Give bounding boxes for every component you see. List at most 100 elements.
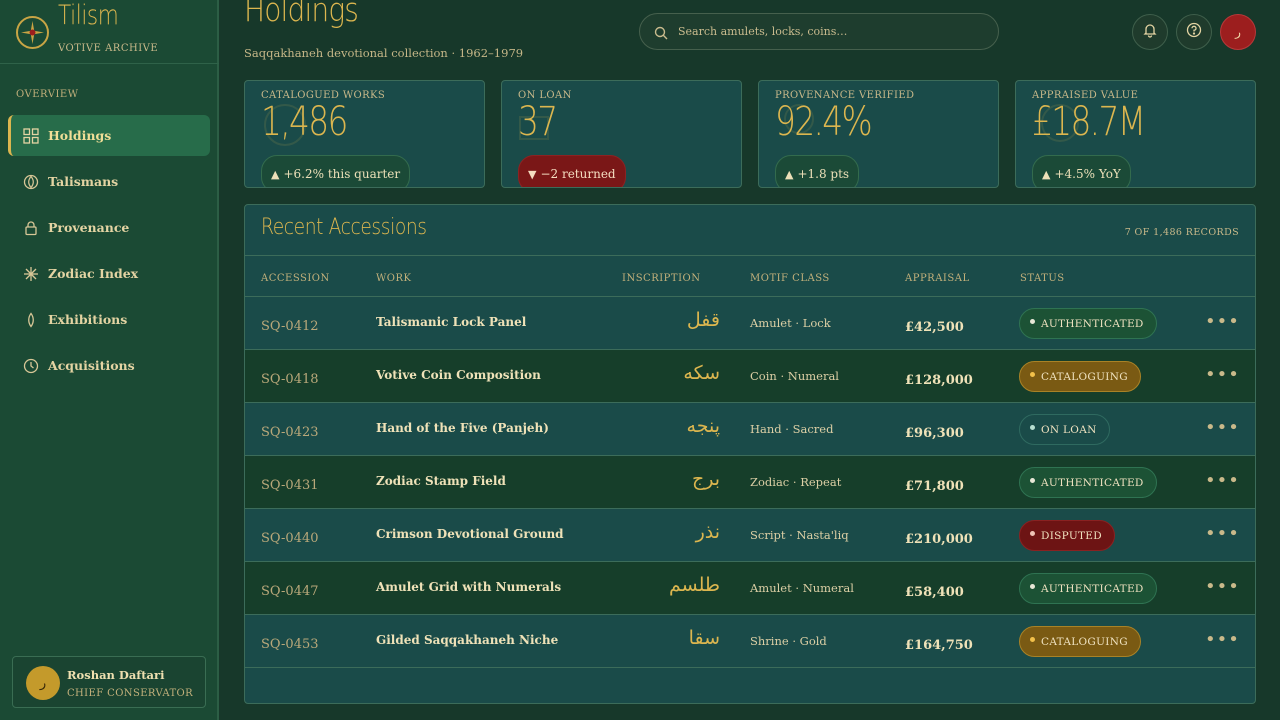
more-actions-icon[interactable]: ••• (1205, 364, 1240, 385)
down-triangle-icon: ▼ (528, 167, 537, 181)
up-triangle-icon: ▲ (785, 167, 794, 181)
panel-title: Recent Accessions (261, 215, 427, 240)
accession-id: SQ-0453 (261, 637, 319, 652)
user-card[interactable]: ر Roshan Daftari CHIEF CONSERVATOR (12, 656, 206, 708)
stat-delta-badge: ▲ +1.8 pts (775, 155, 860, 187)
motif-class: Shrine · Gold (750, 634, 827, 648)
work-title[interactable]: Gilded Saqqakhaneh Niche (376, 633, 558, 647)
table-row[interactable]: SQ-0447 Amulet Grid with Numerals طلسم Amul… (245, 562, 1255, 615)
accession-id: SQ-0431 (261, 478, 319, 493)
status-badge: DISPUTED (1019, 520, 1115, 551)
motif-class: Amulet · Numeral (750, 581, 854, 595)
app-subtitle: VOTIVE ARCHIVE (58, 43, 159, 54)
table-row[interactable]: SQ-0418 Votive Coin Composition سکه Coin · … (245, 350, 1255, 403)
status-text: CATALOGUING (1041, 370, 1128, 383)
more-actions-icon[interactable]: ••• (1205, 417, 1240, 438)
appraisal-value: £210,000 (905, 532, 973, 547)
status-dot-icon (1030, 637, 1035, 642)
stat-delta-badge: ▲ +6.2% this quarter (261, 155, 411, 187)
inscription: قفل (686, 309, 720, 331)
accession-id: SQ-0423 (261, 425, 319, 440)
page-subtitle: Saqqakhaneh devotional collection · 1962… (244, 46, 524, 60)
search-bar[interactable] (639, 13, 999, 50)
work-title[interactable]: Hand of the Five (Panjeh) (376, 421, 549, 435)
accession-id: SQ-0447 (261, 584, 319, 599)
sidebar-item-holdings[interactable]: Holdings (8, 115, 210, 156)
stat-value: 37 (518, 99, 558, 145)
status-dot-icon (1030, 584, 1035, 589)
status-badge: CATALOGUING (1019, 361, 1141, 392)
column-header-status[interactable]: STATUS (1020, 273, 1065, 284)
status-dot-icon (1030, 319, 1035, 324)
more-actions-icon[interactable]: ••• (1205, 629, 1240, 650)
stat-delta-text: +6.2% this quarter (283, 167, 401, 181)
table-row[interactable]: SQ-0431 Zodiac Stamp Field برج Zodiac · Rep… (245, 456, 1255, 509)
stat-card-appraised: APPRAISED VALUE £18.7M ▲ +4.5% YoY (1015, 80, 1256, 188)
help-button[interactable] (1176, 14, 1212, 50)
status-text: AUTHENTICATED (1041, 317, 1144, 330)
page-title: Holdings (244, 0, 359, 29)
more-actions-icon[interactable]: ••• (1205, 576, 1240, 597)
sidebar: Tilism VOTIVE ARCHIVE OVERVIEW Holdings … (0, 0, 219, 720)
column-header-work[interactable]: WORK (376, 273, 411, 284)
work-title[interactable]: Talismanic Lock Panel (376, 315, 526, 329)
status-text: CATALOGUING (1041, 635, 1128, 648)
appraisal-value: £128,000 (905, 373, 973, 388)
table-row[interactable]: SQ-0423 Hand of the Five (Panjeh) پنجه Hand… (245, 403, 1255, 456)
user-role: CHIEF CONSERVATOR (67, 688, 194, 699)
table-row[interactable]: SQ-0440 Crimson Devotional Ground نذر Scrip… (245, 509, 1255, 562)
stat-card-catalogued: CATALOGUED WORKS 1,486 ▲ +6.2% this quart… (244, 80, 485, 188)
more-actions-icon[interactable]: ••• (1205, 311, 1240, 332)
table-row[interactable]: SQ-0453 Gilded Saqqakhaneh Niche سقا Shrine… (245, 615, 1255, 668)
work-title[interactable]: Votive Coin Composition (376, 368, 541, 382)
table-row[interactable]: SQ-0412 Talismanic Lock Panel قفل Amulet · … (245, 297, 1255, 350)
motif-class: Hand · Sacred (750, 422, 834, 436)
appraisal-value: £164,750 (905, 638, 973, 653)
sidebar-item-talismans[interactable]: Talismans (8, 161, 210, 202)
nav-heading: OVERVIEW (16, 89, 79, 100)
talisman-icon (22, 173, 40, 191)
up-triangle-icon: ▲ (271, 167, 280, 181)
user-name: Roshan Daftari (67, 668, 165, 682)
work-title[interactable]: Crimson Devotional Ground (376, 527, 564, 541)
search-input[interactable] (678, 25, 978, 38)
accessions-panel: Recent Accessions 7 OF 1,486 RECORDS ACC… (244, 204, 1256, 704)
status-dot-icon (1030, 531, 1035, 536)
stat-card-on-loan: ON LOAN 37 ▼ −2 returned (501, 80, 742, 188)
motif-class: Amulet · Lock (750, 316, 831, 330)
column-header-appraisal[interactable]: APPRAISAL (905, 273, 970, 284)
column-header-motif[interactable]: MOTIF CLASS (750, 273, 830, 284)
status-dot-icon (1030, 425, 1035, 430)
sidebar-item-exhibitions[interactable]: Exhibitions (8, 299, 210, 340)
accession-id: SQ-0440 (261, 531, 319, 546)
status-badge: ON LOAN (1019, 414, 1110, 445)
column-header-accession[interactable]: ACCESSION (261, 273, 330, 284)
sidebar-item-label: Provenance (48, 220, 130, 235)
avatar: ر (26, 666, 60, 700)
flame-icon (22, 311, 40, 329)
inscription: سکه (683, 362, 720, 384)
brand[interactable]: Tilism VOTIVE ARCHIVE (0, 0, 219, 64)
app-name: Tilism (58, 0, 119, 31)
sidebar-item-acquisitions[interactable]: Acquisitions (8, 345, 210, 386)
account-avatar-button[interactable]: ر (1220, 14, 1256, 50)
appraisal-value: £42,500 (905, 320, 964, 335)
inscription: سقا (688, 627, 720, 649)
work-title[interactable]: Amulet Grid with Numerals (376, 580, 561, 594)
sidebar-item-provenance[interactable]: Provenance (8, 207, 210, 248)
motif-class: Coin · Numeral (750, 369, 839, 383)
more-actions-icon[interactable]: ••• (1205, 523, 1240, 544)
column-header-inscription[interactable]: INSCRIPTION (622, 273, 700, 284)
search-icon (654, 25, 668, 39)
more-actions-icon[interactable]: ••• (1205, 470, 1240, 491)
sidebar-item-zodiac-index[interactable]: Zodiac Index (8, 253, 210, 294)
motif-class: Script · Nasta'liq (750, 528, 849, 542)
accession-id: SQ-0412 (261, 319, 319, 334)
work-title[interactable]: Zodiac Stamp Field (376, 474, 506, 488)
status-badge: AUTHENTICATED (1019, 308, 1157, 339)
record-count: 7 OF 1,486 RECORDS (1124, 227, 1239, 238)
notifications-button[interactable] (1132, 14, 1168, 50)
sidebar-item-label: Acquisitions (48, 358, 135, 373)
stat-delta-text: +4.5% YoY (1054, 167, 1121, 181)
clock-icon (22, 357, 40, 375)
